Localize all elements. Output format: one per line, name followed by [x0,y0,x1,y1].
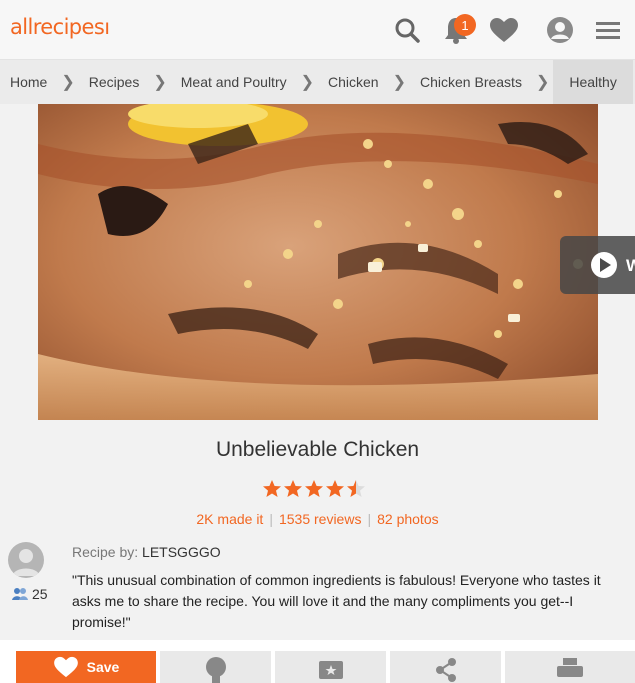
chevron-right-icon: ❯ [300,74,315,91]
chevron-right-icon: ❯ [153,74,167,91]
author-followers[interactable]: 25 [12,586,48,602]
print-button[interactable] [505,651,635,683]
search-icon[interactable] [391,14,423,46]
breadcrumb-chicken[interactable]: Chicken [318,60,389,104]
watch-video-button[interactable]: W [560,236,635,294]
save-button[interactable]: Save [16,651,156,683]
recipe-stats: 2K made it | 1535 reviews | 82 photos [196,511,439,527]
chevron-right-icon: ❯ [392,74,407,91]
heart-icon [53,656,78,678]
recipe-photo[interactable] [38,104,598,420]
breadcrumb-recipes[interactable]: Recipes [79,60,150,104]
recipe-description: "This unusual combination of common ingr… [72,572,601,630]
top-bar: allrecipesı 1 [0,0,635,60]
profile-icon[interactable] [544,14,576,46]
made-it-link[interactable]: 2K made it [196,511,263,527]
photos-link[interactable]: 82 photos [377,511,439,527]
lightbulb-icon [205,657,226,683]
share-icon [435,658,456,682]
add-note-button[interactable] [160,651,271,683]
heart-icon[interactable] [488,14,520,46]
allrecipes-logo[interactable]: allrecipesı [10,15,110,39]
recipe-byline: Recipe by: LETSGGGO [72,544,221,560]
recipe-title: Unbelievable Chicken [215,438,420,461]
breadcrumb-meat-poultry[interactable]: Meat and Poultry [171,60,297,104]
notification-badge: 1 [454,14,476,36]
share-button[interactable] [390,651,501,683]
svg-text:W: W [626,256,635,275]
breadcrumb-chicken-breasts[interactable]: Chicken Breasts [410,60,532,104]
breadcrumb: Home ❯ Recipes ❯ Meat and Poultry ❯ Chic… [0,60,635,104]
breadcrumb-home[interactable]: Home [0,60,57,104]
chevron-right-icon: ❯ [535,74,550,91]
author-name[interactable]: LETSGGGO [142,544,221,560]
breadcrumb-healthy[interactable]: Healthy [553,60,633,104]
reviews-link[interactable]: 1535 reviews [279,511,362,527]
print-icon [557,658,583,677]
made-it-button[interactable] [275,651,386,683]
star-icon [263,480,365,497]
followers-icon [12,588,28,600]
star-card-icon [318,661,343,679]
action-bar: Save [0,640,635,683]
author-avatar[interactable] [8,542,44,578]
star-rating[interactable] [262,479,370,499]
menu-icon[interactable] [592,14,624,46]
chevron-right-icon: ❯ [61,74,75,91]
